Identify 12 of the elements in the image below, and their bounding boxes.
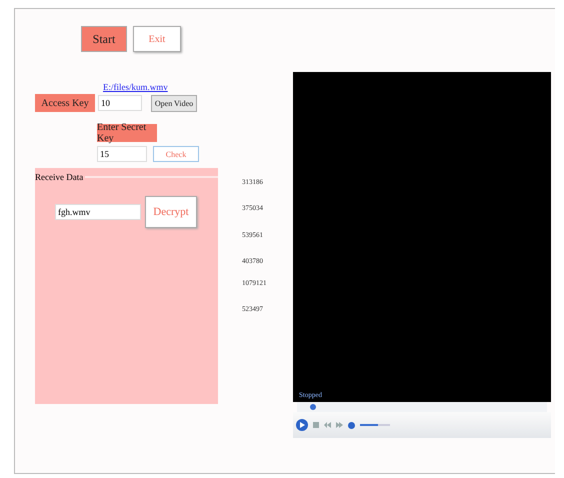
open-video-button[interactable]: Open Video [151, 94, 197, 112]
play-icon[interactable] [296, 418, 308, 432]
access-key-label: Access Key [35, 94, 95, 112]
secret-key-field[interactable]: 15 [97, 146, 147, 162]
start-button[interactable]: Start [81, 26, 127, 52]
access-key-field[interactable]: 10 [98, 95, 142, 111]
panel-title: Receive Data [35, 172, 84, 182]
previous-icon[interactable] [324, 422, 331, 428]
file-link[interactable]: E:/files/kum.wmv [103, 82, 168, 92]
secret-key-label: Enter Secret Key [97, 124, 157, 142]
file-name-field[interactable]: fgh.wmv [55, 204, 141, 220]
next-icon[interactable] [336, 422, 343, 428]
